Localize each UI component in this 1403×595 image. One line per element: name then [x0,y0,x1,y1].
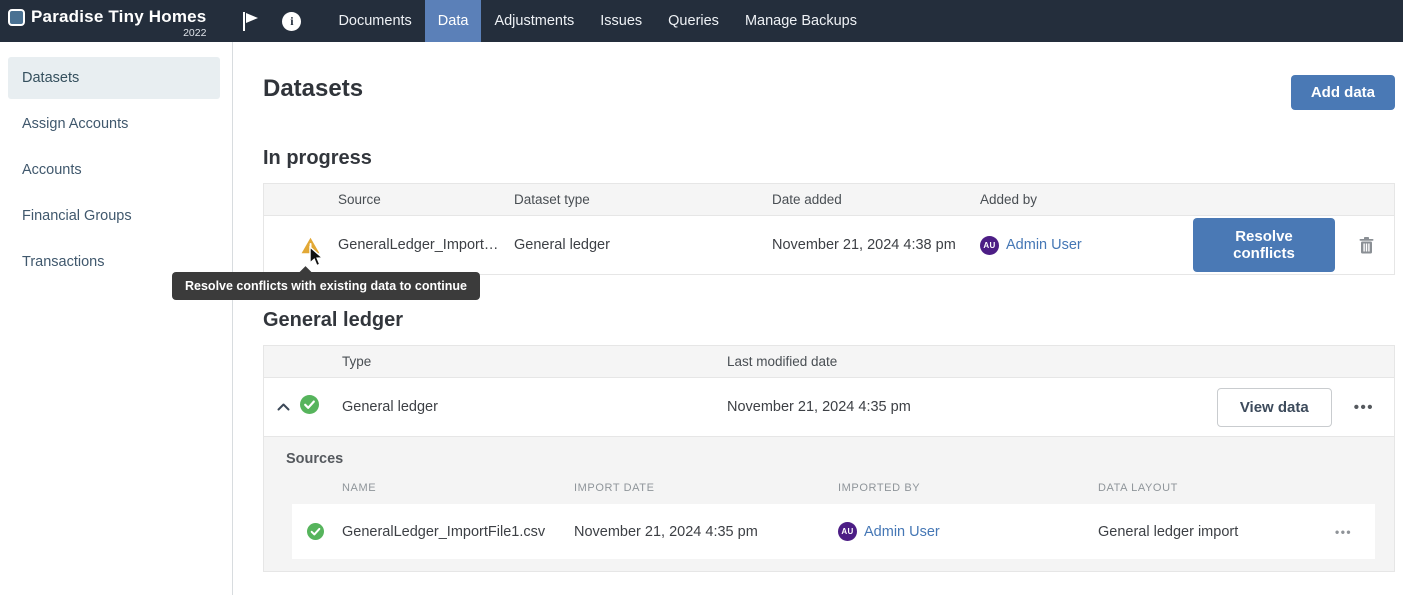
source-data-layout: General ledger import [1098,524,1335,540]
brand-year: 2022 [183,27,206,39]
nav-menu: Documents Data Adjustments Issues Querie… [325,0,870,42]
brand-logo-icon [8,9,25,26]
mouse-cursor [308,246,325,268]
nav-item-data[interactable]: Data [425,0,482,42]
sidebar-item-assign-accounts[interactable]: Assign Accounts [8,103,220,145]
brand-name: Paradise Tiny Homes [31,7,206,27]
date-added-value: November 21, 2024 4:38 pm [772,237,980,253]
in-progress-table-header: Source Dataset type Date added Added by [264,184,1394,216]
last-modified-value: November 21, 2024 4:35 pm [727,399,1217,415]
top-navbar: Paradise Tiny Homes 2022 i Documents Dat… [0,0,1403,42]
ledger-type-value: General ledger [342,399,727,415]
source-menu-button[interactable]: ••• [1335,525,1352,539]
column-header-source: Source [338,192,514,207]
info-icon[interactable]: i [282,12,301,31]
nav-item-documents[interactable]: Documents [325,0,424,42]
avatar: AU [838,522,857,541]
column-header-imported-by: IMPORTED BY [838,482,1098,494]
main-content: Datasets Add data In progress Source Dat… [233,42,1403,595]
sources-panel: Sources NAME IMPORT DATE IMPORTED BY DAT… [264,436,1394,572]
avatar: AU [980,236,999,255]
tooltip: Resolve conflicts with existing data to … [172,272,480,300]
column-header-added-by: Added by [980,192,1193,207]
imported-by-user-link[interactable]: Admin User [864,524,940,540]
sources-heading: Sources [286,451,1394,467]
tooltip-text: Resolve conflicts with existing data to … [185,279,467,293]
column-header-type: Type [342,354,727,369]
general-ledger-table: Type Last modified date [263,345,1395,572]
source-file-name: GeneralLedger_ImportFile1.csv [342,524,574,540]
source-import-date: November 21, 2024 4:35 pm [574,524,838,540]
column-header-last-modified: Last modified date [727,354,1394,369]
column-header-date-added: Date added [772,192,980,207]
sidebar-item-datasets[interactable]: Datasets [8,57,220,99]
delete-button[interactable] [1359,237,1374,254]
sidebar-item-accounts[interactable]: Accounts [8,149,220,191]
row-menu-button[interactable]: ••• [1354,399,1374,416]
column-header-name: NAME [342,482,574,494]
column-header-dataset-type: Dataset type [514,192,772,207]
source-row[interactable]: GeneralLedger_ImportFile1.csv November 2… [292,504,1375,559]
dataset-type-value: General ledger [514,237,772,253]
in-progress-table: Source Dataset type Date added Added by [263,183,1395,275]
success-check-icon [300,395,319,414]
nav-item-manage-backups[interactable]: Manage Backups [732,0,870,42]
source-name: GeneralLedger_Import… [338,237,514,253]
nav-item-adjustments[interactable]: Adjustments [481,0,587,42]
column-header-data-layout: DATA LAYOUT [1098,482,1335,494]
brand: Paradise Tiny Homes 2022 [0,0,206,42]
sidebar-item-financial-groups[interactable]: Financial Groups [8,195,220,237]
page-title: Datasets [263,75,363,103]
column-header-import-date: IMPORT DATE [574,482,838,494]
flag-icon[interactable] [240,10,260,32]
sidebar: Datasets Assign Accounts Accounts Financ… [0,42,233,595]
added-by-user-link[interactable]: Admin User [1006,237,1082,253]
app-window: Paradise Tiny Homes 2022 i Documents Dat… [0,0,1403,595]
nav-item-queries[interactable]: Queries [655,0,732,42]
chevron-up-icon[interactable] [277,403,290,411]
in-progress-row[interactable]: GeneralLedger_Import… General ledger Nov… [264,216,1394,275]
general-ledger-row[interactable]: General ledger November 21, 2024 4:35 pm… [264,378,1394,436]
general-ledger-table-header: Type Last modified date [264,346,1394,378]
resolve-conflicts-button[interactable]: Resolve conflicts [1193,218,1335,272]
add-data-button[interactable]: Add data [1291,75,1395,110]
nav-item-issues[interactable]: Issues [587,0,655,42]
view-data-button[interactable]: View data [1217,388,1332,427]
sources-header: NAME IMPORT DATE IMPORTED BY DATA LAYOUT [292,482,1375,494]
general-ledger-heading: General ledger [263,309,1395,332]
in-progress-heading: In progress [263,147,1395,170]
trash-icon [1359,237,1374,254]
success-check-icon [307,523,324,540]
